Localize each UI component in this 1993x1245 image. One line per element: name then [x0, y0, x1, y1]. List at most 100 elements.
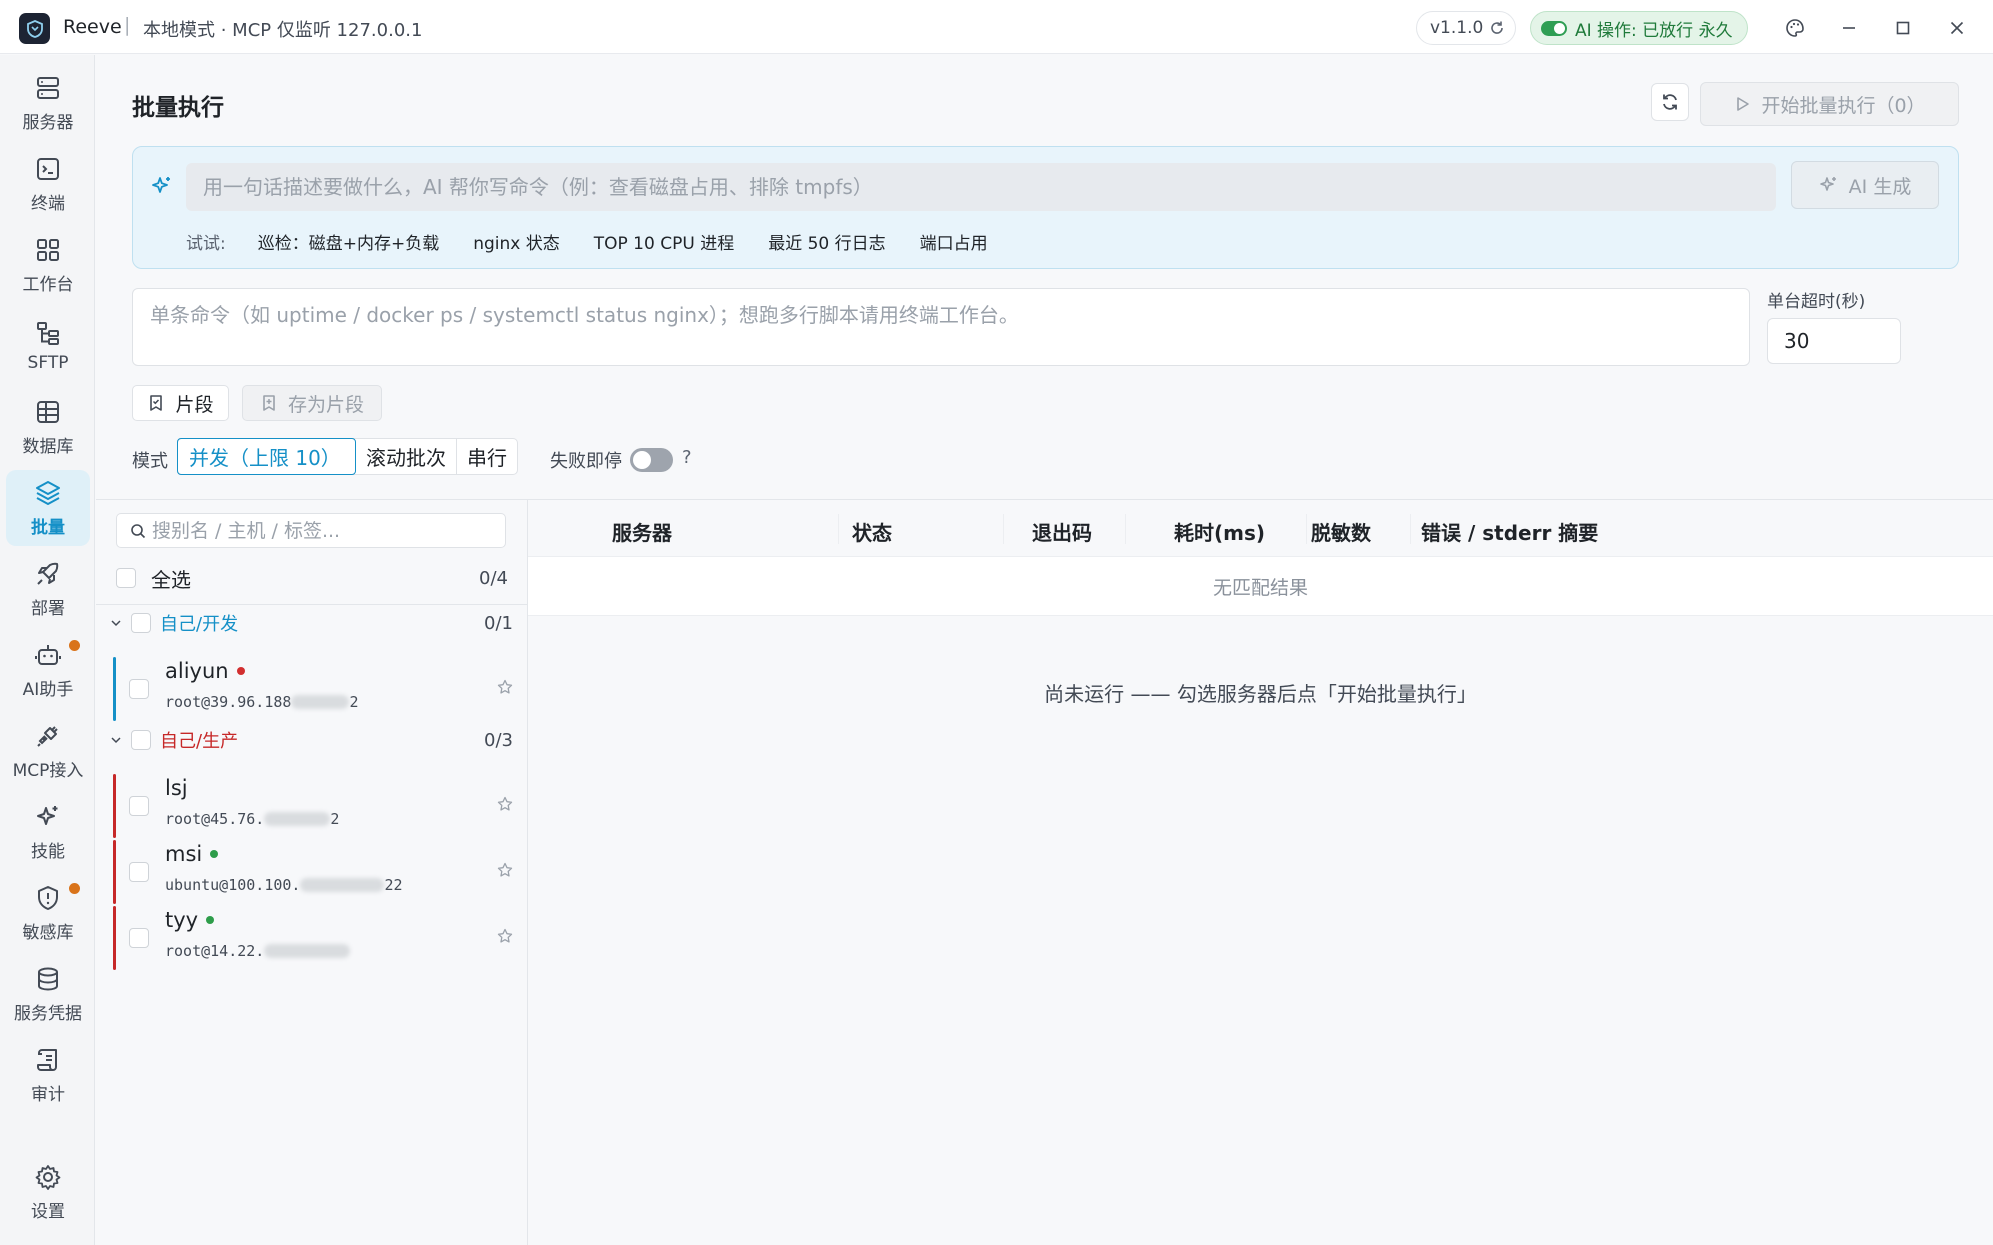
column-header-duration[interactable]: 耗时(ms) [1174, 517, 1265, 546]
column-header-server[interactable]: 服务器 [612, 517, 672, 546]
close-icon[interactable] [1943, 14, 1971, 42]
group-label: 自己/开发 [160, 614, 239, 635]
select-all-label: 全选 [151, 567, 191, 592]
group-row-dev[interactable]: 自己/开发 0/1 [110, 608, 513, 638]
column-header-error[interactable]: 错误 / stderr 摘要 [1421, 517, 1598, 546]
save-snippet-button[interactable]: 存为片段 [242, 385, 382, 421]
group-count: 0/1 [484, 612, 513, 634]
column-header-status[interactable]: 状态 [852, 517, 892, 546]
server-checkbox[interactable] [129, 796, 149, 816]
minimize-icon[interactable] [1835, 14, 1863, 42]
column-divider [1125, 514, 1126, 544]
mode-option-concurrent[interactable]: 并发（上限 10） [177, 438, 356, 475]
server-address-text: ubuntu@100.100. [165, 876, 301, 894]
refresh-button[interactable] [1651, 83, 1689, 121]
suggestion-chip[interactable]: 巡检：磁盘+内存+负载 [242, 225, 456, 258]
snippet-label: 片段 [175, 393, 214, 416]
sidebar-item-sftp[interactable]: SFTP [6, 308, 90, 384]
server-checkbox[interactable] [129, 928, 149, 948]
help-icon[interactable]: ? [682, 447, 692, 468]
sidebar-item-mcp[interactable]: MCP接入 [6, 713, 90, 789]
ai-prompt-input[interactable] [186, 163, 1776, 211]
star-icon[interactable] [497, 862, 513, 878]
redacted-blur [264, 944, 351, 958]
divider [96, 604, 527, 605]
ai-ops-toggle[interactable]: AI 操作: 已放行 永久 [1530, 11, 1748, 45]
sidebar-item-settings[interactable]: 设置 [6, 1154, 90, 1230]
sparkles-icon [37, 805, 58, 825]
suggestion-chip[interactable]: 最近 50 行日志 [752, 225, 901, 258]
server-item-msi[interactable]: msi ubuntu@100.100. 22 [113, 840, 513, 904]
sidebar-item-label: 服务器 [22, 112, 74, 133]
sidebar-item-label: 审计 [31, 1084, 65, 1105]
version-button[interactable]: v1.1.0 [1416, 11, 1516, 45]
sidebar-item-label: 部署 [31, 598, 65, 619]
sidebar-item-ai-assistant[interactable]: AI助手 [6, 632, 90, 708]
sidebar-item-batch[interactable]: 批量 [6, 470, 90, 546]
rocket-icon [37, 562, 59, 585]
group-checkbox[interactable] [131, 613, 151, 633]
sidebar-item-terminal[interactable]: 终端 [6, 146, 90, 222]
suggestion-chip[interactable]: nginx 状态 [457, 225, 576, 258]
failstop-toggle[interactable] [630, 448, 673, 472]
column-divider [1306, 514, 1307, 544]
star-icon[interactable] [497, 796, 513, 812]
app-logo-icon [19, 13, 50, 44]
server-name-text: aliyun [165, 659, 229, 683]
sidebar-item-workbench[interactable]: 工作台 [6, 227, 90, 303]
ai-ops-switch[interactable] [1541, 20, 1567, 36]
failstop-label: 失败即停 [550, 451, 622, 472]
maximize-icon[interactable] [1889, 14, 1917, 42]
sidebar-item-sensitive[interactable]: 敏感库 [6, 875, 90, 951]
snippet-button[interactable]: 片段 [132, 385, 229, 421]
mode-option-serial[interactable]: 串行 [457, 439, 517, 474]
server-item-lsj[interactable]: lsj root@45.76. 2 [113, 774, 513, 838]
search-input[interactable] [152, 519, 492, 542]
server-item-aliyun[interactable]: aliyun root@39.96.188 2 [113, 657, 513, 721]
chevron-down-icon[interactable] [110, 617, 122, 629]
group-row-prod[interactable]: 自己/生产 0/3 [110, 725, 513, 755]
sidebar-item-servers[interactable]: 服务器 [6, 65, 90, 141]
status-dot [236, 667, 245, 675]
mode-option-rolling[interactable]: 滚动批次 [356, 439, 457, 474]
server-address-tail: 2 [330, 810, 340, 828]
server-name: aliyun [165, 659, 245, 683]
suggestion-chip[interactable]: 端口占用 [904, 225, 1004, 258]
select-all-checkbox[interactable] [116, 568, 136, 588]
sidebar-item-deploy[interactable]: 部署 [6, 551, 90, 627]
title-separator: | [124, 14, 131, 36]
notification-badge [69, 883, 80, 894]
command-input[interactable] [132, 288, 1750, 366]
sidebar-item-skills[interactable]: 技能 [6, 794, 90, 870]
mode-label: 模式 [132, 451, 168, 472]
server-item-tyy[interactable]: tyy root@14.22. [113, 906, 513, 970]
sidebar-item-database[interactable]: 数据库 [6, 389, 90, 465]
group-color-bar [113, 906, 116, 970]
group-checkbox[interactable] [131, 730, 151, 750]
page-title: 批量执行 [132, 95, 224, 121]
server-checkbox[interactable] [129, 862, 149, 882]
column-divider [838, 514, 839, 544]
sidebar-item-label: SFTP [27, 353, 69, 373]
sidebar-item-credentials[interactable]: 服务凭据 [6, 956, 90, 1032]
timeout-input[interactable] [1767, 318, 1901, 364]
chevron-down-icon[interactable] [110, 734, 122, 746]
sidebar-item-audit[interactable]: 审计 [6, 1037, 90, 1113]
star-icon[interactable] [497, 679, 513, 695]
sidebar-item-label: MCP接入 [12, 760, 84, 781]
server-address: root@45.76. 2 [165, 810, 339, 828]
column-header-redacted[interactable]: 脱敏数 [1311, 517, 1371, 546]
bookmark-plus-icon [263, 395, 275, 411]
start-batch-button[interactable]: 开始批量执行（0） [1700, 82, 1959, 126]
sidebar-item-label: 工作台 [22, 274, 74, 295]
server-address-text: root@45.76. [165, 810, 265, 828]
column-header-exit-code[interactable]: 退出码 [1032, 517, 1092, 546]
suggestion-chip[interactable]: TOP 10 CPU 进程 [578, 225, 750, 258]
star-icon[interactable] [497, 928, 513, 944]
server-checkbox[interactable] [129, 679, 149, 699]
select-all-row: 全选 0/4 [116, 562, 508, 594]
start-batch-label: 开始批量执行（0） [1761, 94, 1926, 117]
ai-generate-button[interactable]: AI 生成 [1791, 161, 1939, 209]
theme-palette-icon[interactable] [1781, 14, 1809, 42]
sidebar: 服务器 终端 工作台 SFTP 数据库 批量 部署 AI助手 MCP接入 技能 … [0, 55, 95, 1245]
